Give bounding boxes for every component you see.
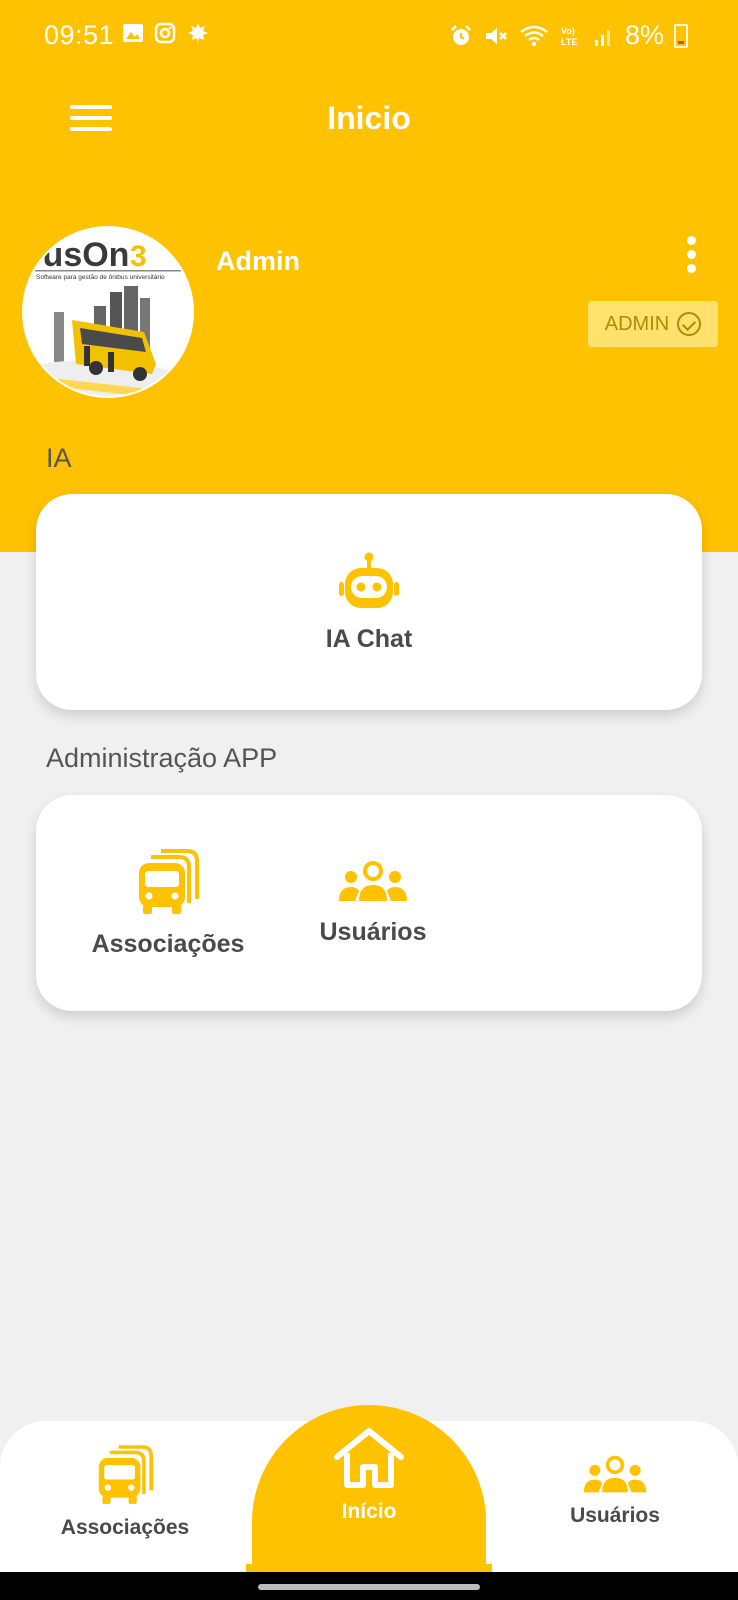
- mute-icon: [485, 27, 507, 44]
- signal-icon: [594, 29, 610, 46]
- nav-inicio-label: Início: [341, 1500, 397, 1523]
- gallery-icon: [123, 24, 143, 42]
- leaf-icon: [188, 23, 208, 43]
- ia-card: IA Chat: [36, 494, 702, 710]
- more-options-icon[interactable]: [676, 236, 706, 278]
- profile-name: Admin: [216, 246, 300, 276]
- status-bar: 09:51 Vo) LTE 8%: [0, 0, 738, 72]
- active-tab-indicator: [246, 1564, 492, 1572]
- role-badge-label: ADMIN: [604, 312, 670, 335]
- svg-text:LTE: LTE: [561, 37, 577, 47]
- bus-icon: [139, 849, 199, 914]
- wifi-icon: [520, 25, 548, 46]
- associacoes-button[interactable]: Associações: [88, 849, 248, 959]
- buson-logo-image: BusOn 3 Software para gestão de ônibus u…: [24, 228, 192, 396]
- volte-icon: Vo)LTE: [561, 26, 577, 47]
- more-dot: [686, 250, 696, 259]
- users-icon: [583, 1455, 647, 1493]
- notification-icons: [122, 22, 210, 44]
- ia-chat-label: IA Chat: [325, 625, 413, 653]
- usuarios-label: Usuários: [319, 918, 427, 946]
- svg-text:Vo): Vo): [561, 26, 575, 36]
- robot-icon: [339, 552, 399, 608]
- admin-card: Associações Usuários: [36, 795, 702, 1011]
- nav-inicio-content: Início: [252, 1427, 486, 1524]
- nav-usuarios[interactable]: Usuários: [540, 1455, 690, 1528]
- bus-icon: [98, 1445, 153, 1504]
- nav-associacoes-label: Associações: [60, 1516, 190, 1539]
- check-circle-icon: [677, 312, 702, 336]
- more-dot: [686, 264, 696, 273]
- users-icon: [339, 861, 407, 901]
- ia-chat-button[interactable]: IA Chat: [36, 552, 702, 654]
- more-dot: [686, 236, 696, 245]
- alarm-icon: [451, 24, 471, 45]
- svg-text:Software para gestão de ônibus: Software para gestão de ônibus universit…: [36, 274, 165, 281]
- page-title: Inicio: [327, 100, 411, 136]
- section-title-admin: Administração APP: [46, 743, 278, 773]
- svg-text:3: 3: [130, 240, 147, 273]
- battery-percent: 8%: [624, 20, 664, 50]
- nav-associacoes[interactable]: Associações: [40, 1443, 210, 1540]
- nav-usuarios-label: Usuários: [570, 1504, 660, 1527]
- status-time: 09:51: [44, 20, 115, 50]
- instagram-icon: [154, 22, 176, 44]
- home-icon: [334, 1428, 404, 1488]
- usuarios-button[interactable]: Usuários: [298, 861, 448, 947]
- role-badge: ADMIN: [588, 301, 718, 347]
- associacoes-label: Associações: [91, 930, 245, 958]
- avatar: BusOn 3 Software para gestão de ônibus u…: [22, 226, 194, 398]
- section-title-ia: IA: [46, 443, 72, 473]
- battery-icon: [674, 23, 688, 48]
- status-right: Vo) LTE 8%: [449, 20, 688, 51]
- gesture-handle[interactable]: [258, 1584, 480, 1590]
